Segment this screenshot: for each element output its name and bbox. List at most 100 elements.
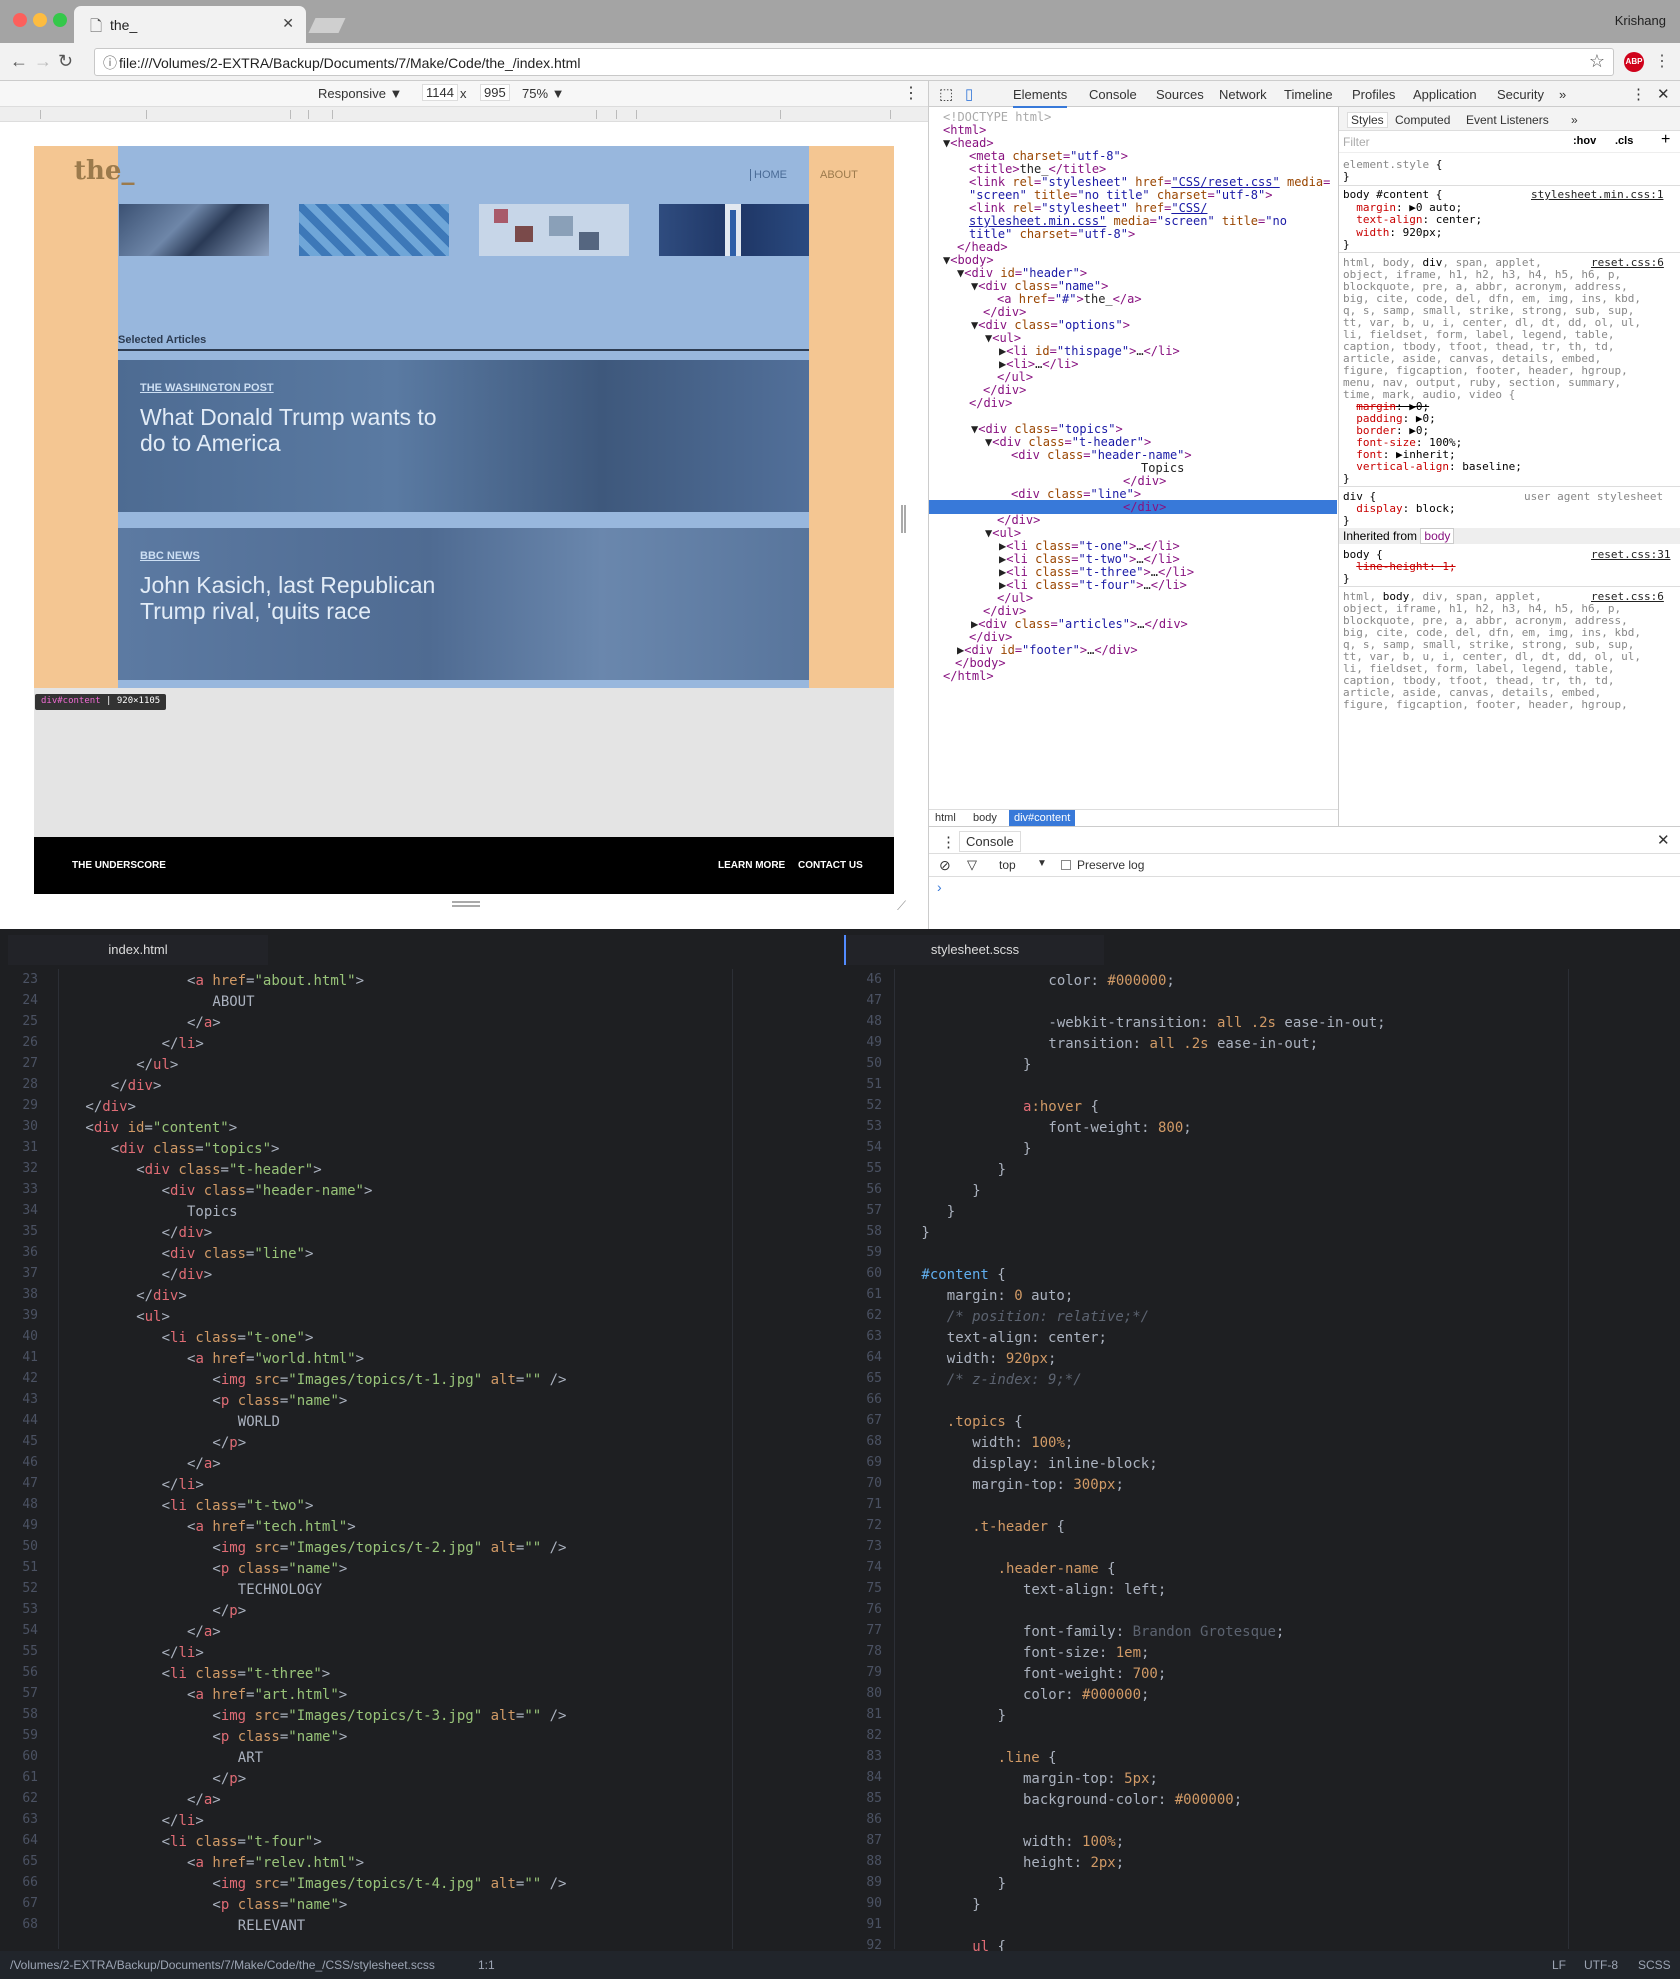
code-line[interactable]: </a>	[187, 1622, 221, 1643]
code-line[interactable]: }	[972, 1181, 980, 1202]
crumb-html[interactable]: html	[935, 812, 956, 824]
viewport-height-input[interactable]: 995	[480, 84, 510, 101]
close-drawer-icon[interactable]: ✕	[1657, 831, 1670, 849]
code-line[interactable]: a:hover {	[1023, 1097, 1099, 1118]
tab-console[interactable]: Console	[1089, 87, 1137, 102]
article-headline[interactable]: John Kasich, last Republican Trump rival…	[140, 572, 460, 624]
hover-state-toggle[interactable]: :hov	[1573, 135, 1596, 147]
line-ending[interactable]: LF	[1552, 1958, 1566, 1972]
dom-node[interactable]: </div>	[1123, 501, 1166, 514]
contact-us-link[interactable]: CONTACT US	[798, 860, 863, 871]
console-prompt-icon[interactable]: ›	[937, 879, 942, 895]
code-line[interactable]: </a>	[187, 1454, 221, 1475]
context-dropdown-icon[interactable]: ▼	[1037, 858, 1047, 869]
preserve-log-checkbox[interactable]	[1061, 860, 1071, 870]
code-line[interactable]: <p class="name">	[212, 1559, 347, 1580]
clear-console-icon[interactable]: ⊘	[939, 857, 951, 874]
info-icon[interactable]: ⓘ	[103, 53, 117, 73]
code-line[interactable]: </li>	[162, 1475, 204, 1496]
tab-network[interactable]: Network	[1219, 87, 1267, 102]
code-line[interactable]: <img src="Images/topics/t-4.jpg" alt="" …	[212, 1874, 566, 1895]
styles-filter[interactable]: Filter :hov .cls +	[1339, 131, 1680, 153]
topic-thumbnail[interactable]	[299, 204, 449, 256]
site-logo[interactable]: the_	[74, 156, 134, 186]
media-query-ruler[interactable]	[0, 107, 928, 122]
code-line[interactable]: /* z-index: 9;*/	[947, 1370, 1082, 1391]
reload-icon[interactable]: ↻	[58, 51, 73, 72]
tab-index-html[interactable]: index.html	[8, 935, 268, 965]
code-line[interactable]: </li>	[162, 1034, 204, 1055]
tab-sources[interactable]: Sources	[1156, 87, 1204, 102]
cursor-position[interactable]: 1:1	[478, 1958, 495, 1972]
code-line[interactable]: RELEVANT	[238, 1916, 305, 1937]
code-line[interactable]: #content {	[921, 1265, 1005, 1286]
article-source[interactable]: BBC NEWS	[140, 550, 200, 562]
code-line[interactable]: margin-top: 300px;	[972, 1475, 1124, 1496]
forward-icon[interactable]: →	[34, 51, 52, 72]
devtools-menu-icon[interactable]: ⋮	[1631, 85, 1646, 103]
code-line[interactable]: color: #000000;	[1023, 1685, 1149, 1706]
code-line[interactable]: text-align: left;	[1023, 1580, 1166, 1601]
nav-home-link[interactable]: HOME	[750, 169, 787, 181]
code-line[interactable]: }	[998, 1160, 1006, 1181]
tab-computed[interactable]: Computed	[1395, 113, 1450, 127]
class-toggle[interactable]: .cls	[1615, 135, 1633, 147]
code-line[interactable]: </div>	[162, 1223, 213, 1244]
grammar[interactable]: SCSS	[1638, 1958, 1671, 1972]
code-line[interactable]: }	[998, 1706, 1006, 1727]
resize-handle-bottom[interactable]	[452, 901, 480, 907]
code-line[interactable]: font-weight: 700;	[1023, 1664, 1166, 1685]
close-tab-icon[interactable]: ✕	[282, 15, 294, 32]
code-line[interactable]: WORLD	[238, 1412, 280, 1433]
learn-more-link[interactable]: LEARN MORE	[718, 860, 785, 871]
code-line[interactable]: }	[972, 1895, 980, 1916]
drawer-menu-icon[interactable]: ⋮	[941, 833, 956, 851]
profile-name[interactable]: Krishang	[1615, 13, 1666, 28]
file-path[interactable]: /Volumes/2-EXTRA/Backup/Documents/7/Make…	[10, 1958, 435, 1972]
code-line[interactable]: transition: all .2s ease-in-out;	[1048, 1034, 1318, 1055]
code-line[interactable]: text-align: center;	[947, 1328, 1107, 1349]
chrome-menu-icon[interactable]: ⋮	[1654, 51, 1670, 71]
code-line[interactable]: .line {	[998, 1748, 1057, 1769]
code-line[interactable]: </p>	[212, 1601, 246, 1622]
code-line[interactable]: </p>	[212, 1769, 246, 1790]
code-line[interactable]: color: #000000;	[1048, 971, 1174, 992]
footer-brand[interactable]: THE UNDERSCORE	[72, 860, 166, 871]
code-line[interactable]: <div class="topics">	[111, 1139, 280, 1160]
tab-stylesheet-scss[interactable]: stylesheet.scss	[844, 935, 1104, 965]
more-tabs-icon[interactable]: »	[1559, 87, 1566, 102]
minimize-window-icon[interactable]	[33, 13, 47, 27]
code-line[interactable]: font-size: 1em;	[1023, 1643, 1149, 1664]
code-line[interactable]: width: 920px;	[947, 1349, 1057, 1370]
dom-tree[interactable]: <!DOCTYPE html> <html> ▼<head> <meta cha…	[929, 107, 1338, 809]
console-tab[interactable]: Console	[959, 831, 1021, 852]
code-line[interactable]: <div class="t-header">	[136, 1160, 322, 1181]
code-line[interactable]: }	[1023, 1139, 1031, 1160]
code-line[interactable]: ABOUT	[212, 992, 254, 1013]
code-line[interactable]: </div>	[136, 1286, 187, 1307]
code-line[interactable]: </a>	[187, 1790, 221, 1811]
code-line[interactable]: font-family: Brandon Grotesque;	[1023, 1622, 1284, 1643]
filter-input[interactable]: Filter	[1343, 135, 1370, 149]
tab-application[interactable]: Application	[1413, 87, 1477, 102]
code-line[interactable]: </li>	[162, 1811, 204, 1832]
context-select[interactable]: top	[999, 858, 1016, 872]
article-card[interactable]: BBC NEWS John Kasich, last Republican Tr…	[118, 528, 809, 680]
close-window-icon[interactable]	[13, 13, 27, 27]
close-devtools-icon[interactable]: ✕	[1657, 85, 1670, 103]
code-line[interactable]: display: inline-block;	[972, 1454, 1157, 1475]
tab-security[interactable]: Security	[1497, 87, 1544, 102]
article-card[interactable]: THE WASHINGTON POST What Donald Trump wa…	[118, 360, 809, 512]
tab-elements[interactable]: Elements	[1013, 87, 1068, 108]
back-icon[interactable]: ←	[10, 51, 28, 72]
code-line[interactable]: .header-name {	[998, 1559, 1116, 1580]
bookmark-star-icon[interactable]: ☆	[1589, 51, 1605, 72]
code-line[interactable]: .t-header {	[972, 1517, 1065, 1538]
code-line[interactable]: background-color: #000000;	[1023, 1790, 1242, 1811]
code-line[interactable]: </p>	[212, 1433, 246, 1454]
code-line[interactable]: }	[1023, 1055, 1031, 1076]
dom-node[interactable]: <div class="line">	[1011, 488, 1141, 501]
code-line[interactable]: .topics {	[947, 1412, 1023, 1433]
topic-thumbnail[interactable]	[659, 204, 809, 256]
filter-icon[interactable]: ▽	[967, 857, 977, 873]
